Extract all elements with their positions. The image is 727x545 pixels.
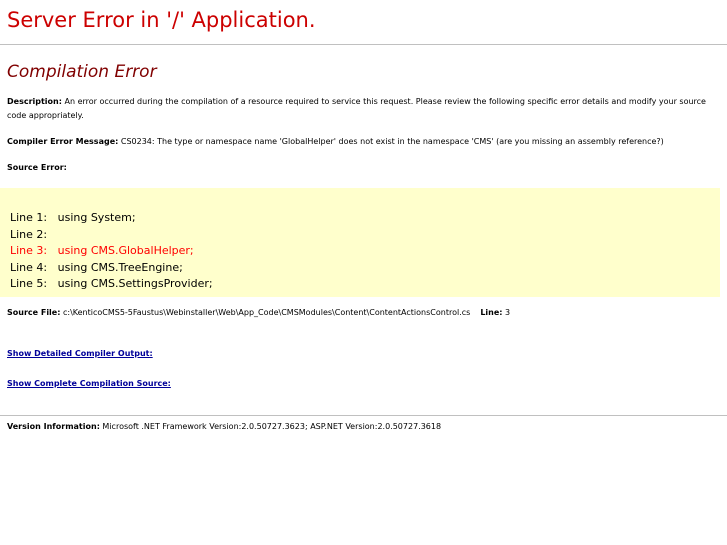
description: Description: An error occurred during th… (7, 95, 720, 123)
page-title: Server Error in '/' Application. (7, 8, 316, 32)
description-text: An error occurred during the compilation… (7, 97, 706, 120)
compiler-error-message: Compiler Error Message: CS0234: The type… (7, 135, 720, 149)
source-line-value: 3 (502, 307, 511, 317)
version-text: Microsoft .NET Framework Version:2.0.507… (99, 421, 442, 431)
error-page: Server Error in '/' Application. Compila… (0, 0, 727, 434)
show-detailed-compiler-output-link[interactable]: Show Detailed Compiler Output: (7, 349, 153, 358)
source-error-label: Source Error: (7, 163, 67, 172)
source-code-box: Line 1: using System; Line 2: Line 3: us… (0, 188, 720, 297)
source-file: Source File: c:\KenticoCMS5-5Faustus\Web… (7, 306, 720, 320)
version-divider (0, 414, 727, 416)
source-error: Source Error: (7, 161, 720, 175)
source-file-label: Source File: (7, 307, 61, 317)
show-complete-compilation-source-link[interactable]: Show Complete Compilation Source: (7, 379, 171, 388)
source-file-path: c:\KenticoCMS5-5Faustus\Webinstaller\Web… (60, 307, 471, 317)
compiler-error-label: Compiler Error Message: (7, 137, 119, 146)
page-subtitle: Compilation Error (7, 62, 157, 82)
title-divider (0, 44, 727, 45)
code-line: Line 2: (10, 227, 48, 241)
code-line: Line 4: using CMS.TreeEngine; (10, 260, 183, 274)
version-label: Version Information: (7, 421, 100, 431)
compiler-error-text: CS0234: The type or namespace name 'Glob… (118, 137, 664, 146)
code-line: Line 1: using System; (10, 211, 136, 224)
description-label: Description: (7, 97, 62, 106)
code-line: Line 5: using CMS.SettingsProvider; (10, 277, 213, 290)
source-line-label: Line: (480, 307, 503, 317)
version-information: Version Information: Microsoft .NET Fram… (7, 420, 720, 434)
code-line-error: Line 3: using CMS.GlobalHelper; (10, 244, 194, 257)
